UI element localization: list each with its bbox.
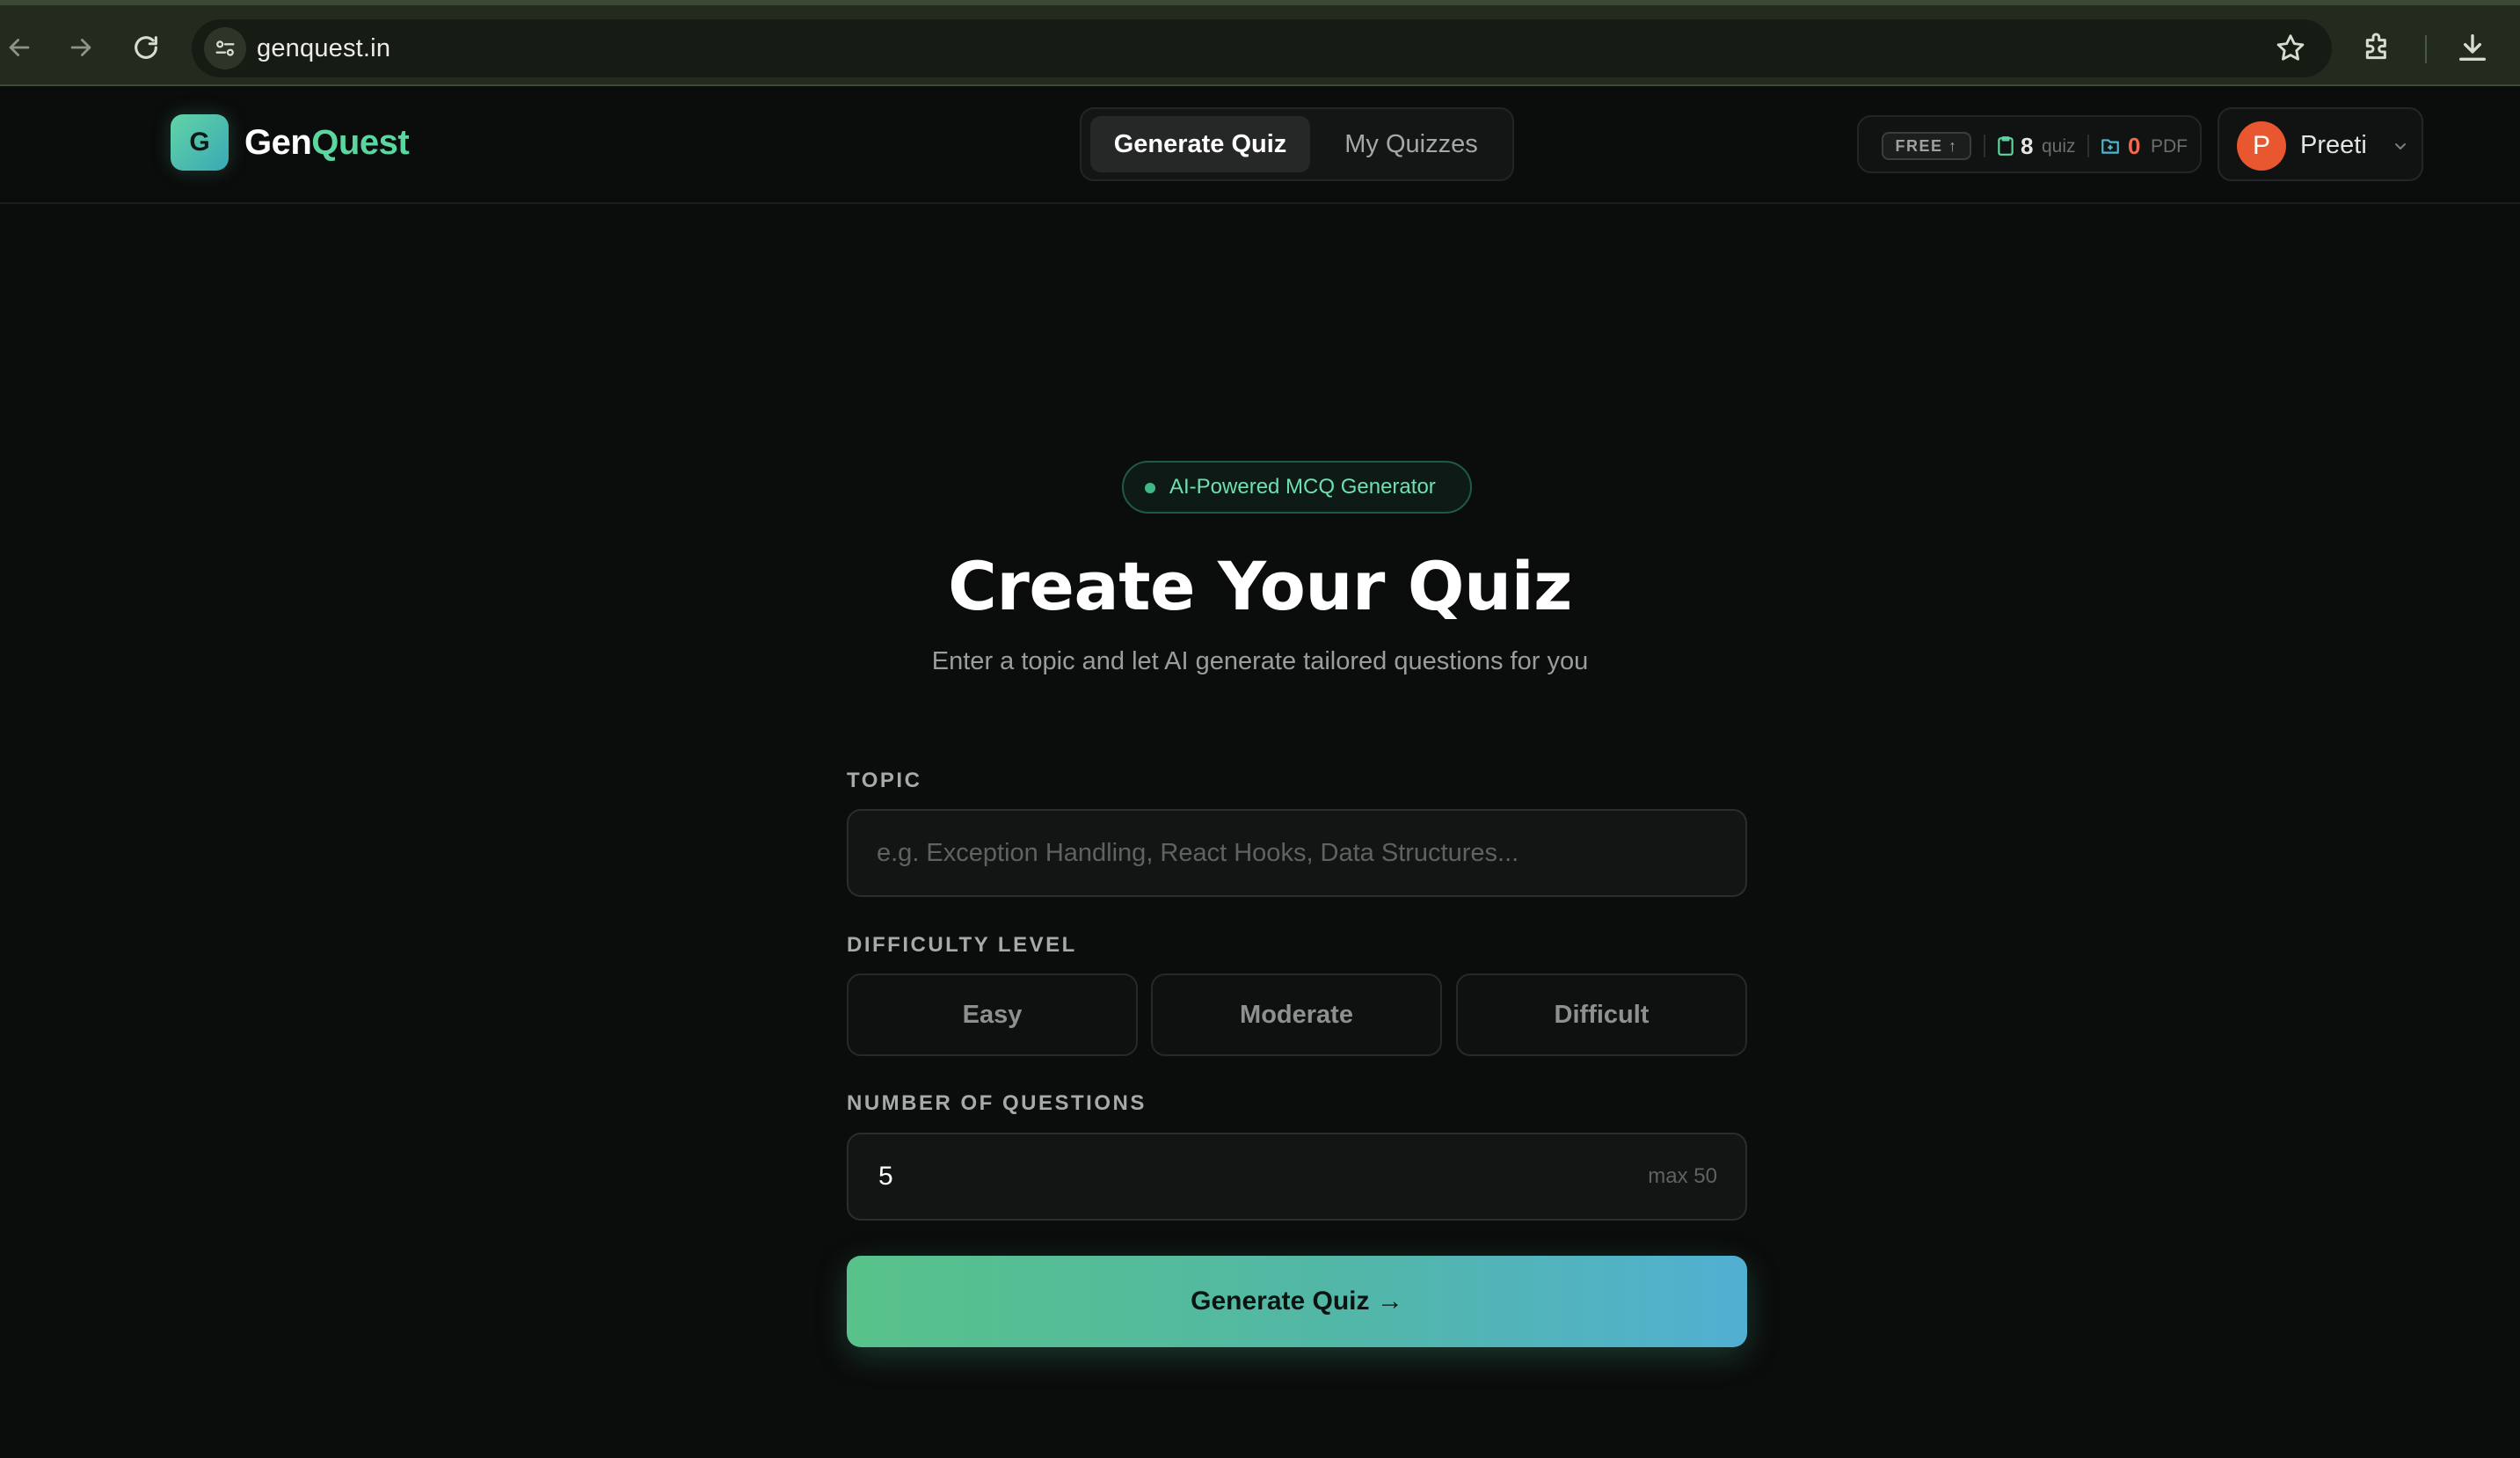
pdf-count-unit: PDF bbox=[2151, 136, 2188, 157]
pdf-file-icon bbox=[2101, 139, 2119, 154]
address-bar[interactable]: genquest.in bbox=[192, 19, 2332, 77]
question-count-hint: max 50 bbox=[1648, 1164, 1717, 1188]
difficulty-label: DIFFICULTY LEVEL bbox=[847, 933, 1077, 957]
user-name: Preeti bbox=[2300, 131, 2367, 159]
logo-mark[interactable]: G bbox=[171, 114, 229, 171]
feature-badge-label: AI-Powered MCQ Generator bbox=[1169, 475, 1436, 499]
brand-name-part1: Gen bbox=[244, 123, 312, 162]
page-subtitle: Enter a topic and let AI generate tailor… bbox=[931, 647, 1589, 675]
question-count-label: NUMBER OF QUESTIONS bbox=[847, 1091, 1147, 1115]
toolbar-divider bbox=[2425, 35, 2427, 63]
forward-arrow-icon bbox=[70, 39, 91, 56]
main-tabs: Generate Quiz My Quizzes bbox=[1080, 107, 1514, 181]
quiz-count-unit: quiz bbox=[2042, 136, 2076, 157]
download-icon[interactable] bbox=[2455, 30, 2490, 65]
forward-button[interactable] bbox=[58, 25, 104, 70]
page-title: Create Your Quiz bbox=[948, 547, 1572, 625]
avatar: P bbox=[2237, 121, 2286, 171]
question-count-input[interactable]: 5 max 50 bbox=[847, 1133, 1747, 1221]
topic-label: TOPIC bbox=[847, 769, 922, 792]
generate-quiz-button[interactable]: Generate Quiz → bbox=[847, 1256, 1747, 1347]
clipboard-icon bbox=[1998, 136, 2014, 156]
site-settings-icon[interactable] bbox=[204, 27, 246, 69]
tab-my-quizzes[interactable]: My Quizzes bbox=[1314, 116, 1509, 172]
plan-upgrade-badge[interactable]: FREE ↑ bbox=[1882, 132, 1971, 160]
question-count-value[interactable]: 5 bbox=[878, 1134, 893, 1219]
feature-badge: AI-Powered MCQ Generator bbox=[1122, 461, 1472, 514]
reload-button[interactable] bbox=[123, 25, 169, 70]
pdf-count: 0 bbox=[2128, 133, 2141, 159]
topic-input[interactable] bbox=[847, 809, 1747, 897]
usage-divider bbox=[2087, 135, 2089, 157]
difficulty-difficult-button[interactable]: Difficult bbox=[1456, 973, 1747, 1056]
usage-summary: FREE ↑ 8 quiz 0 PDF bbox=[1857, 115, 2202, 173]
reload-icon bbox=[135, 36, 157, 59]
usage-divider bbox=[1984, 135, 1985, 157]
url-text[interactable]: genquest.in bbox=[257, 19, 390, 77]
tab-generate-quiz[interactable]: Generate Quiz bbox=[1090, 116, 1310, 172]
brand-name[interactable]: GenQuest bbox=[244, 120, 410, 165]
bookmark-star-icon[interactable] bbox=[2274, 32, 2307, 65]
back-arrow-icon bbox=[9, 39, 30, 56]
status-dot-icon bbox=[1145, 483, 1155, 493]
back-button[interactable] bbox=[0, 25, 42, 70]
chevron-down-icon bbox=[2395, 143, 2406, 149]
quiz-count: 8 bbox=[2021, 133, 2034, 159]
difficulty-selector: Easy Moderate Difficult bbox=[847, 973, 1747, 1056]
brand-name-part2: Quest bbox=[311, 123, 410, 162]
app-header: G GenQuest Generate Quiz My Quizzes FREE… bbox=[0, 86, 2520, 204]
browser-toolbar: genquest.in bbox=[0, 0, 2520, 86]
difficulty-easy-button[interactable]: Easy bbox=[847, 973, 1138, 1056]
extensions-icon[interactable] bbox=[2360, 30, 2395, 65]
user-menu[interactable]: P Preeti bbox=[2218, 107, 2423, 181]
difficulty-moderate-button[interactable]: Moderate bbox=[1151, 973, 1442, 1056]
